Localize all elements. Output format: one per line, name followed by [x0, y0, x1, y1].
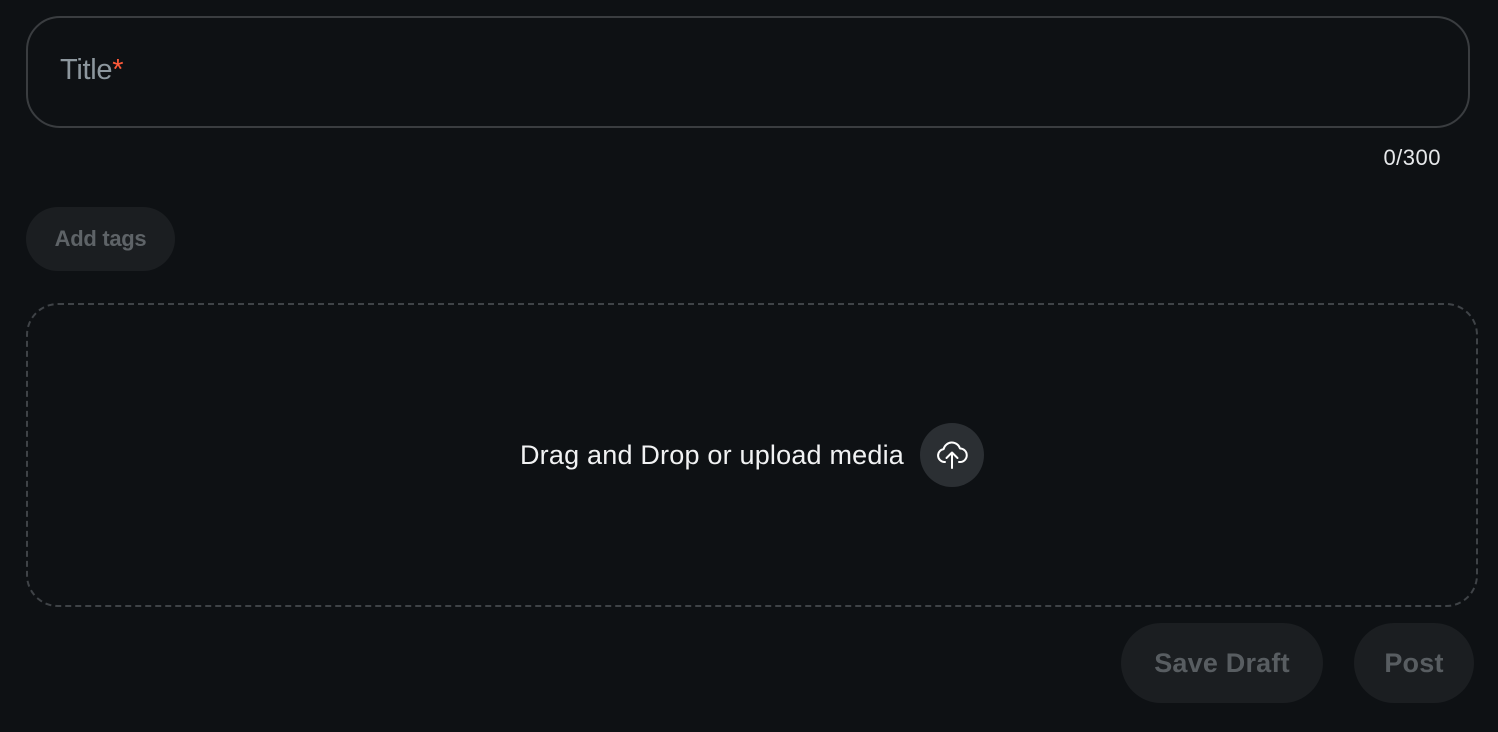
add-tags-button[interactable]: Add tags	[26, 207, 175, 271]
title-field[interactable]: Title*	[26, 16, 1470, 128]
required-marker: *	[112, 54, 124, 86]
post-button[interactable]: Post	[1354, 623, 1474, 703]
upload-media-button[interactable]	[920, 423, 985, 487]
create-post-form: Title* 0/300 Add tags Drag and Drop or u…	[0, 0, 1498, 732]
dropzone-text: Drag and Drop or upload media	[519, 439, 905, 470]
save-draft-button[interactable]: Save Draft	[1121, 623, 1323, 703]
media-dropzone[interactable]: Drag and Drop or upload media	[26, 303, 1478, 607]
cloud-upload-icon	[937, 441, 968, 469]
title-char-count: 0/300	[1383, 145, 1441, 170]
title-label: Title*	[60, 54, 124, 86]
